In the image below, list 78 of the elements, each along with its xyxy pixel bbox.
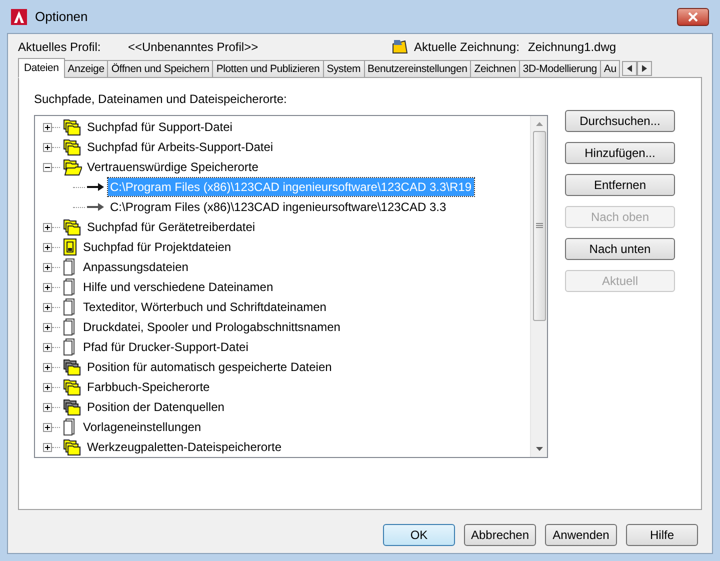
up-arrow-icon bbox=[536, 122, 542, 126]
tree-item[interactable]: Suchpfad für Arbeits-Support-Datei bbox=[86, 138, 274, 156]
section-label: Suchpfade, Dateinamen und Dateispeicherorte: bbox=[34, 91, 288, 108]
tree-item[interactable]: Suchpfad für Projektdateien bbox=[82, 238, 232, 256]
dialog-button[interactable]: Hinzufügen... bbox=[565, 142, 675, 164]
scroll-left-button[interactable] bbox=[622, 61, 638, 76]
expand-icon[interactable] bbox=[43, 142, 52, 152]
expand-icon[interactable] bbox=[43, 442, 52, 452]
tree-item[interactable]: Pfad für Drucker-Support-Datei bbox=[82, 338, 250, 356]
window-title: Optionen bbox=[35, 8, 88, 26]
close-icon bbox=[688, 12, 698, 22]
close-button[interactable] bbox=[677, 8, 709, 26]
grip-icon bbox=[536, 223, 542, 229]
scroll-right-button[interactable] bbox=[637, 61, 652, 76]
down-arrow-icon bbox=[536, 447, 542, 451]
dialog-button[interactable]: Anwenden bbox=[545, 524, 617, 546]
dialog-button[interactable]: OK bbox=[383, 524, 455, 546]
expand-icon[interactable] bbox=[43, 122, 52, 132]
tree-item[interactable]: Position für automatisch gespeicherte Dateien bbox=[86, 358, 333, 376]
tab[interactable]: Au bbox=[600, 60, 620, 78]
folders-icon bbox=[62, 378, 82, 396]
tree-item[interactable]: Position der Datenquellen bbox=[86, 398, 226, 416]
scrollbar[interactable] bbox=[530, 116, 547, 457]
tab[interactable]: Öffnen und Speichern bbox=[107, 60, 214, 78]
tree-item[interactable]: Anpassungsdateien bbox=[82, 258, 190, 276]
folders-icon bbox=[62, 158, 82, 176]
expand-icon[interactable] bbox=[43, 402, 52, 412]
arrow-icon bbox=[87, 202, 105, 212]
tree-item[interactable]: Suchpfad für Support-Datei bbox=[86, 118, 234, 136]
tab[interactable]: Plotten und Publizieren bbox=[212, 60, 324, 78]
arrow-icon bbox=[87, 182, 105, 192]
tree-item[interactable]: Hilfe und verschiedene Dateinamen bbox=[82, 278, 274, 296]
scroll-thumb[interactable] bbox=[532, 131, 546, 321]
tab[interactable]: Zeichnen bbox=[470, 60, 520, 78]
folders-icon bbox=[62, 398, 82, 416]
tree-item[interactable]: Texteditor, Wörterbuch und Schriftdateinamen bbox=[82, 298, 328, 316]
tab[interactable]: Anzeige bbox=[64, 60, 108, 78]
expand-icon[interactable] bbox=[43, 242, 52, 252]
expand-icon[interactable] bbox=[43, 422, 52, 432]
folders-icon bbox=[62, 358, 82, 376]
dialog-button[interactable]: Abbrechen bbox=[464, 524, 536, 546]
tab[interactable]: System bbox=[322, 60, 365, 78]
expand-icon[interactable] bbox=[43, 262, 52, 272]
drawing-icon bbox=[392, 39, 408, 55]
folders-icon bbox=[62, 438, 82, 456]
tree-item[interactable]: Vorlageneinstellungen bbox=[82, 418, 202, 436]
tree-item[interactable]: Vertrauenswürdige Speicherorte bbox=[86, 158, 260, 176]
dialog-button[interactable]: Entfernen bbox=[565, 174, 675, 196]
tab[interactable]: 3D-Modellierung bbox=[518, 60, 601, 78]
profile-label: Aktuelles Profil: bbox=[18, 39, 102, 56]
drawing-value: Zeichnung1.dwg bbox=[528, 39, 616, 56]
expand-icon[interactable] bbox=[43, 222, 52, 232]
collapse-icon[interactable] bbox=[43, 162, 52, 172]
binder-icon bbox=[62, 238, 78, 256]
app-logo-icon bbox=[11, 8, 27, 24]
folders-icon bbox=[62, 118, 82, 136]
folders-icon bbox=[62, 138, 82, 156]
expand-icon[interactable] bbox=[43, 362, 52, 372]
left-arrow-icon bbox=[627, 65, 632, 72]
tab[interactable]: Benutzereinstellungen bbox=[364, 60, 472, 78]
expand-icon[interactable] bbox=[43, 282, 52, 292]
tree-item[interactable]: Suchpfad für Gerätetreiberdatei bbox=[86, 218, 256, 236]
drawing-label: Aktuelle Zeichnung: bbox=[414, 39, 520, 56]
dialog-button[interactable]: Nach unten bbox=[565, 238, 675, 260]
dialog-button[interactable]: Hilfe bbox=[626, 524, 698, 546]
expand-icon[interactable] bbox=[43, 302, 52, 312]
folders-icon bbox=[62, 218, 82, 236]
expand-icon[interactable] bbox=[43, 382, 52, 392]
expand-icon[interactable] bbox=[43, 342, 52, 352]
expand-icon[interactable] bbox=[43, 322, 52, 332]
profile-value: <<Unbenanntes Profil>> bbox=[128, 39, 260, 56]
tree-item[interactable]: Werkzeugpaletten-Dateispeicherorte bbox=[86, 438, 283, 456]
right-arrow-icon bbox=[642, 65, 648, 72]
dialog-button[interactable]: Durchsuchen... bbox=[565, 110, 675, 132]
path-item[interactable]: C:\Program Files (x86)\123CAD ingenieursoftware\123CAD 3.3 bbox=[108, 198, 448, 216]
tab[interactable]: Dateien bbox=[18, 58, 65, 78]
tree-item[interactable]: Druckdatei, Spooler und Prologabschnittsnamen bbox=[82, 318, 342, 336]
tree-item[interactable]: Farbbuch-Speicherorte bbox=[86, 378, 211, 396]
